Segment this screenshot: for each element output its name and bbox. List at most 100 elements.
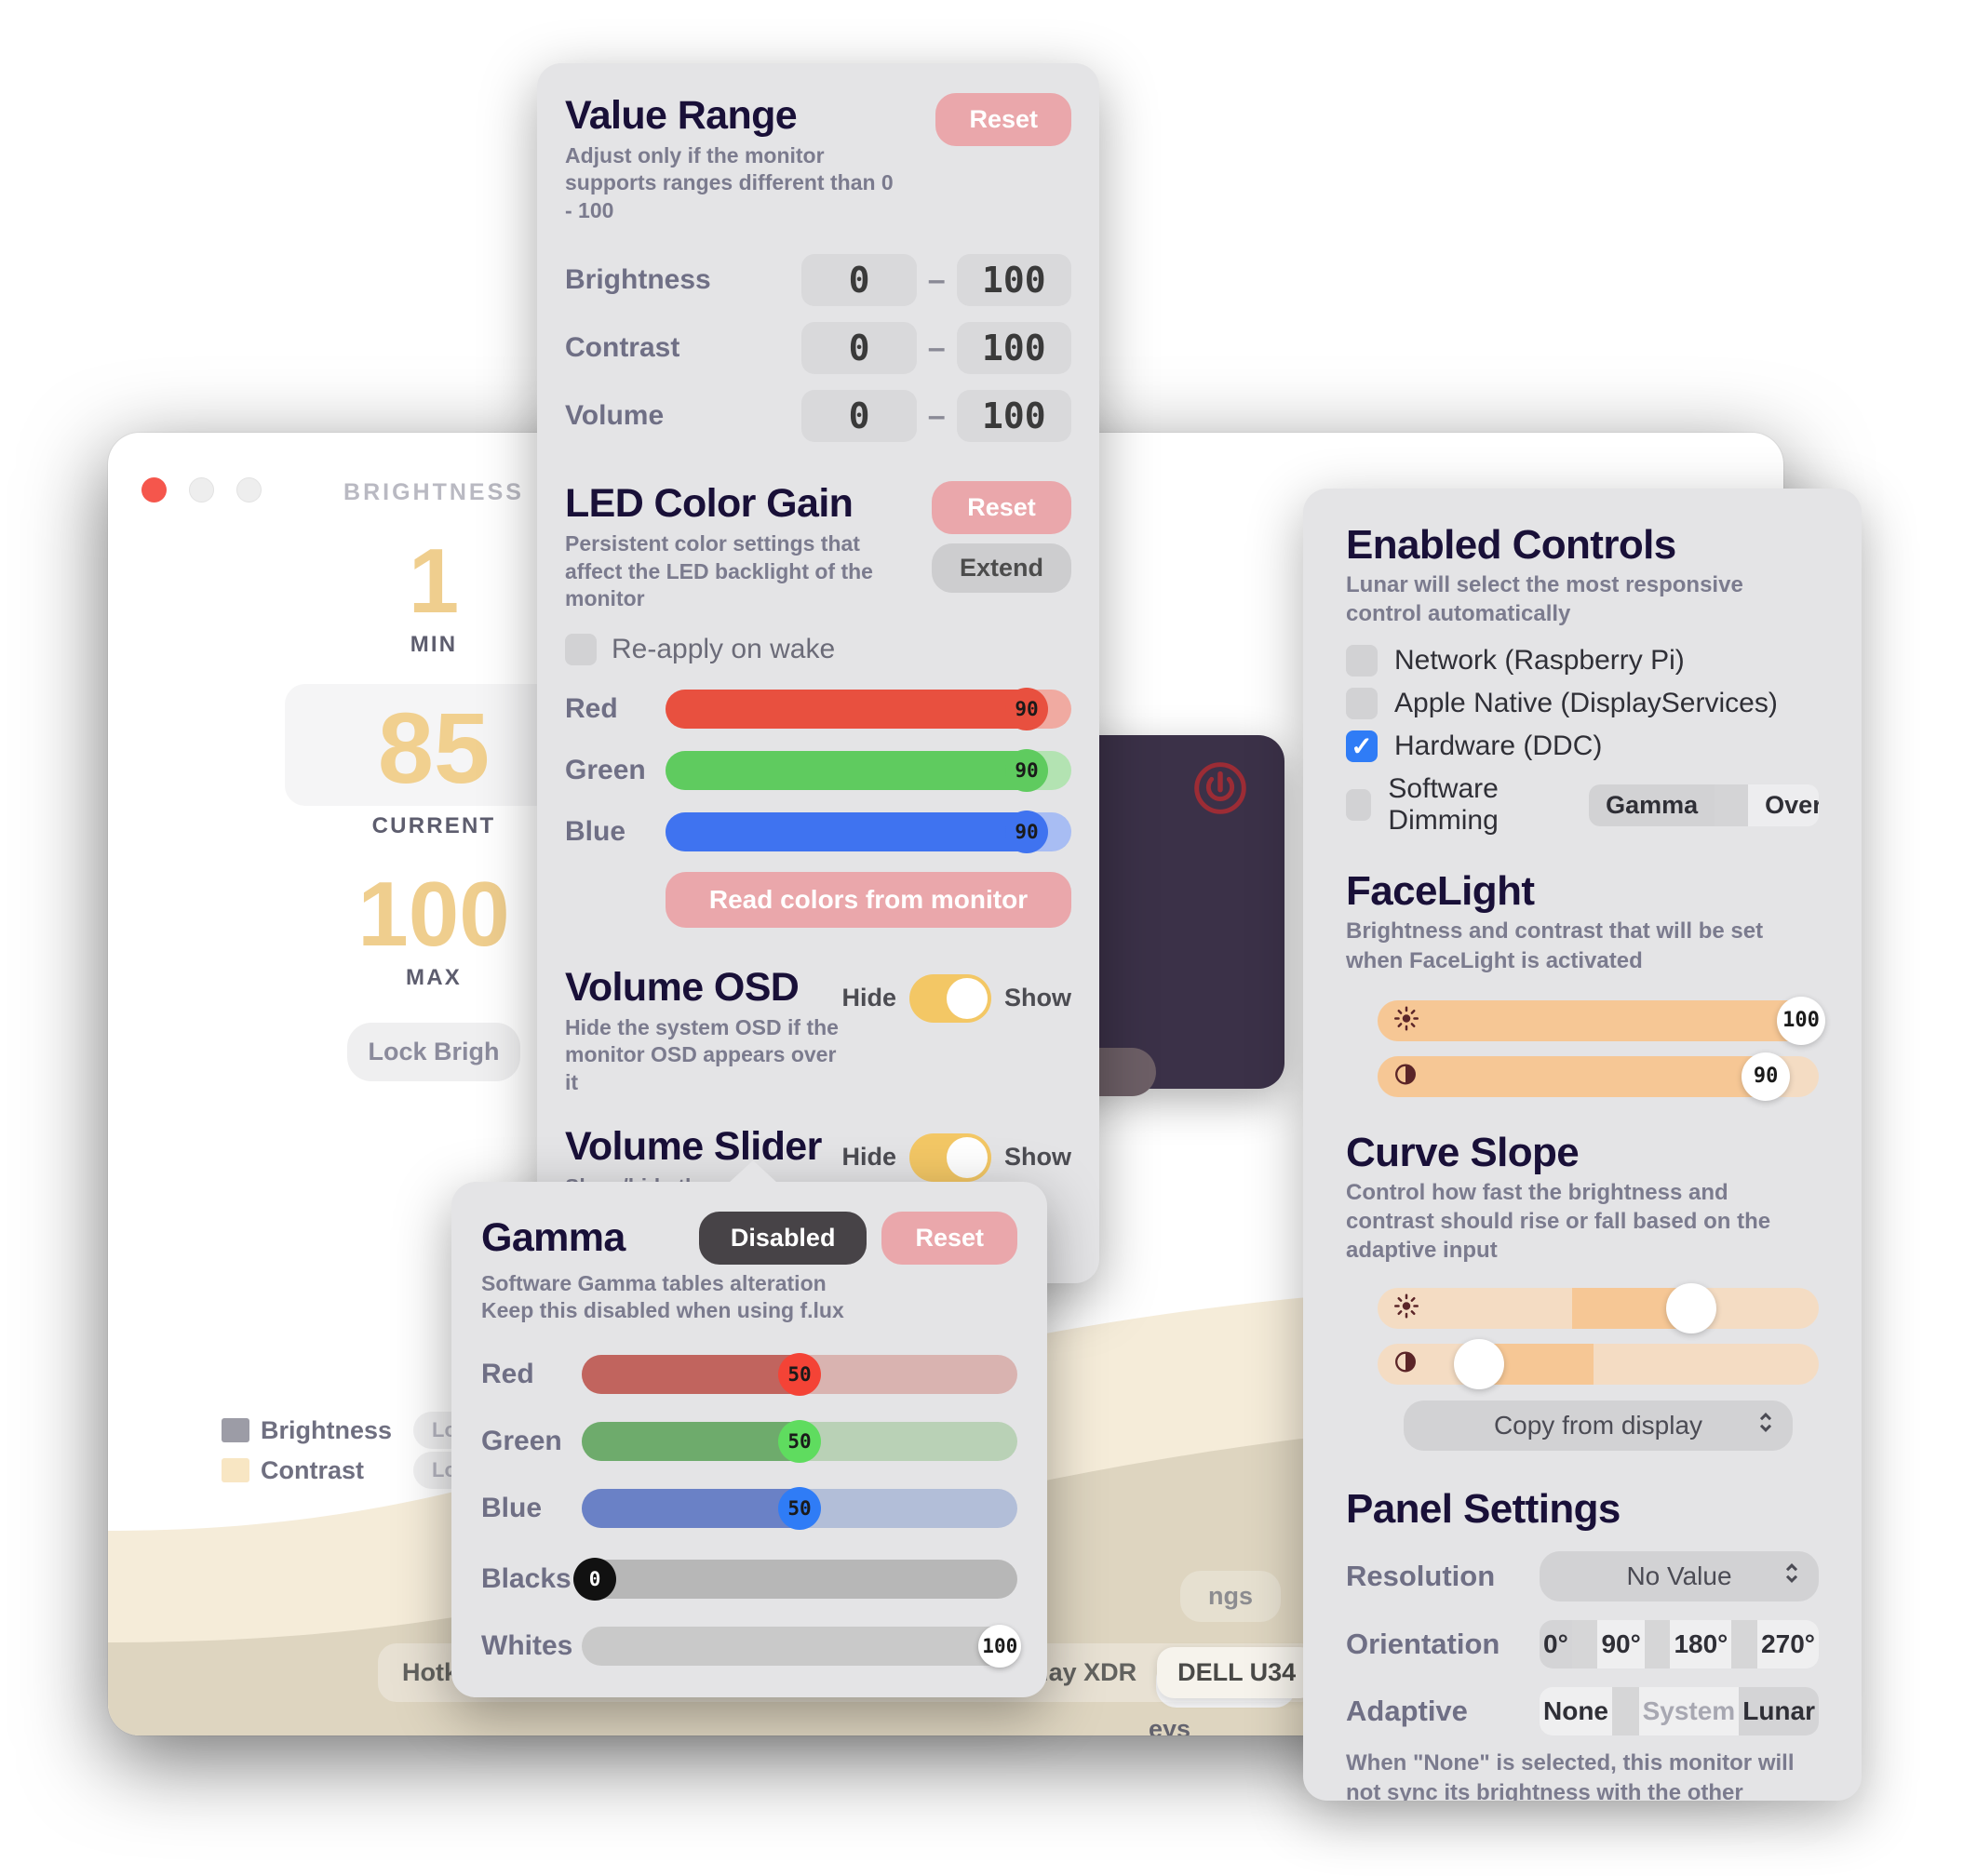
value-range-brightness-max[interactable]: 100 (956, 254, 1071, 307)
value-range-volume-max[interactable]: 100 (956, 390, 1071, 443)
gamma-red-label: Red (481, 1358, 534, 1389)
volume-osd-toggle[interactable] (909, 973, 991, 1023)
curve-slope-brightness-row (1378, 1283, 1819, 1334)
segment-divider (1731, 1620, 1758, 1669)
minimize-button[interactable] (189, 477, 214, 502)
gamma-slider-row-blacks: Blacks 0 (481, 1557, 1017, 1601)
copy-from-display-label: Copy from display (1493, 1411, 1703, 1440)
software-dimming-overlay-option[interactable]: Overlay (1748, 784, 1819, 826)
value-range-brightness-min[interactable]: 0 (801, 254, 917, 307)
contrast-icon (1392, 1061, 1419, 1092)
gamma-blacks-slider[interactable] (582, 1559, 1017, 1599)
volume-osd-toggle-row[interactable]: Hide Show (841, 973, 1071, 1023)
orientation-option-270[interactable]: 270° (1757, 1620, 1819, 1668)
facelight-brightness-knob[interactable]: 100 (1777, 996, 1826, 1045)
led-color-gain-extend-button[interactable]: Extend (931, 543, 1071, 594)
curve-slope-subtitle: Control how fast the brightness and cont… (1346, 1179, 1771, 1264)
reapply-on-wake-checkbox[interactable] (565, 633, 597, 665)
volume-slider-toggle[interactable] (909, 1132, 991, 1182)
value-range-volume-min[interactable]: 0 (801, 390, 917, 443)
software-dimming-mode-segment[interactable]: Gamma Overlay (1589, 784, 1819, 826)
sun-icon (1392, 1293, 1420, 1325)
copy-from-display-select[interactable]: Copy from display (1404, 1400, 1793, 1452)
value-range-contrast-min[interactable]: 0 (801, 322, 917, 375)
value-range-contrast-max[interactable]: 100 (956, 322, 1071, 375)
orientation-option-0[interactable]: 0° (1540, 1620, 1572, 1669)
contrast-swatch-icon (222, 1458, 249, 1482)
apple-native-checkbox[interactable] (1346, 688, 1378, 720)
network-checkbox[interactable] (1346, 645, 1378, 677)
facelight-contrast-knob[interactable]: 90 (1742, 1052, 1791, 1101)
control-row-apple-native[interactable]: Apple Native (DisplayServices) (1346, 688, 1819, 720)
curve-slope-contrast-slider[interactable] (1378, 1344, 1819, 1386)
chevron-updown-icon (1755, 1409, 1776, 1443)
toggle-knob (947, 977, 988, 1019)
led-blue-knob[interactable]: 90 (1005, 810, 1049, 853)
value-range-reset-button[interactable]: Reset (935, 93, 1071, 146)
led-color-gain-title: LED Color Gain (565, 481, 854, 527)
brightness-max-value[interactable]: 100 (313, 868, 555, 959)
curve-slope-brightness-slider[interactable] (1378, 1288, 1819, 1330)
tab-dell-u34[interactable]: DELL U34 (1157, 1647, 1317, 1698)
network-label: Network (Raspberry Pi) (1394, 645, 1685, 677)
reapply-on-wake-row[interactable]: Re-apply on wake (565, 633, 1071, 665)
brightness-swatch-icon (222, 1418, 249, 1442)
brightness-current-value[interactable]: 85 (294, 698, 573, 798)
hardware-ddc-label: Hardware (DDC) (1394, 730, 1603, 762)
zoom-button[interactable] (236, 477, 262, 502)
gamma-status-badge[interactable]: Disabled (698, 1212, 867, 1265)
gamma-blue-knob[interactable]: 50 (778, 1486, 821, 1530)
curve-slope-brightness-knob[interactable] (1665, 1283, 1716, 1334)
led-color-gain-reset-button[interactable]: Reset (931, 481, 1071, 535)
power-button[interactable] (1190, 757, 1251, 824)
segment-divider (1571, 1620, 1598, 1669)
resolution-select[interactable]: No Value (1540, 1551, 1819, 1602)
control-row-hardware-ddc[interactable]: Hardware (DDC) (1346, 730, 1819, 763)
close-button[interactable] (141, 477, 167, 502)
control-row-software-dimming[interactable]: Software Dimming Gamma Overlay (1346, 773, 1819, 837)
ddc-settings-popover: Value Range Adjust only if the monitor s… (537, 63, 1365, 1284)
lock-brightness-button[interactable]: Lock Brigh (347, 1022, 520, 1081)
brightness-min-value[interactable]: 1 (313, 535, 555, 626)
adaptive-row: Adaptive None System Lunar (1346, 1687, 1819, 1736)
window-controls[interactable] (141, 477, 262, 502)
control-row-network[interactable]: Network (Raspberry Pi) (1346, 645, 1819, 677)
adaptive-option-system: System (1642, 1696, 1736, 1726)
gamma-reset-button[interactable]: Reset (881, 1212, 1017, 1265)
curve-slope-contrast-knob[interactable] (1454, 1339, 1505, 1390)
gamma-whites-slider[interactable] (582, 1626, 1017, 1666)
orientation-option-90[interactable]: 90° (1597, 1620, 1644, 1668)
contrast-icon (1392, 1349, 1419, 1380)
hardware-ddc-checkbox[interactable] (1346, 730, 1378, 763)
chevron-updown-icon (1782, 1560, 1802, 1594)
volume-slider-toggle-row[interactable]: Hide Show (841, 1132, 1071, 1182)
display-settings-sheet: Enabled Controls Lunar will select the m… (1303, 489, 1862, 1801)
gamma-whites-label: Whites (481, 1629, 573, 1661)
adaptive-segment[interactable]: None System Lunar (1540, 1687, 1819, 1736)
orientation-segment[interactable]: 0° 90° 180° 270° (1540, 1620, 1819, 1669)
led-red-knob[interactable]: 90 (1005, 687, 1049, 730)
software-dimming-label: Software Dimming (1388, 773, 1499, 837)
gamma-whites-knob[interactable]: 100 (978, 1624, 1022, 1668)
software-dimming-checkbox[interactable] (1346, 789, 1372, 822)
settings-chip-partial[interactable]: ngs (1179, 1571, 1281, 1622)
software-dimming-gamma-option[interactable]: Gamma (1589, 784, 1715, 826)
segment-divider (1612, 1687, 1639, 1736)
led-blue-label: Blue (565, 815, 626, 847)
gamma-slider-row-red: Red 50 (481, 1352, 1017, 1396)
brightness-column-title: BRIGHTNESS (343, 479, 524, 505)
segment-divider (1715, 784, 1749, 826)
adaptive-option-lunar[interactable]: Lunar (1739, 1687, 1819, 1736)
led-green-knob[interactable]: 90 (1005, 748, 1049, 792)
gamma-green-knob[interactable]: 50 (778, 1419, 821, 1463)
adaptive-option-none[interactable]: None (1540, 1687, 1612, 1735)
gamma-blacks-knob[interactable]: 0 (573, 1557, 617, 1601)
led-slider-row-blue: Blue 90 (565, 810, 1071, 853)
read-colors-from-monitor-button[interactable]: Read colors from monitor (666, 871, 1071, 928)
gamma-blacks-label: Blacks (481, 1562, 572, 1594)
facelight-brightness-slider[interactable] (1378, 999, 1819, 1041)
volume-osd-show-label: Show (1004, 984, 1071, 1012)
orientation-option-180[interactable]: 180° (1670, 1620, 1731, 1668)
gamma-red-knob[interactable]: 50 (778, 1352, 821, 1396)
gamma-green-label: Green (481, 1425, 562, 1456)
